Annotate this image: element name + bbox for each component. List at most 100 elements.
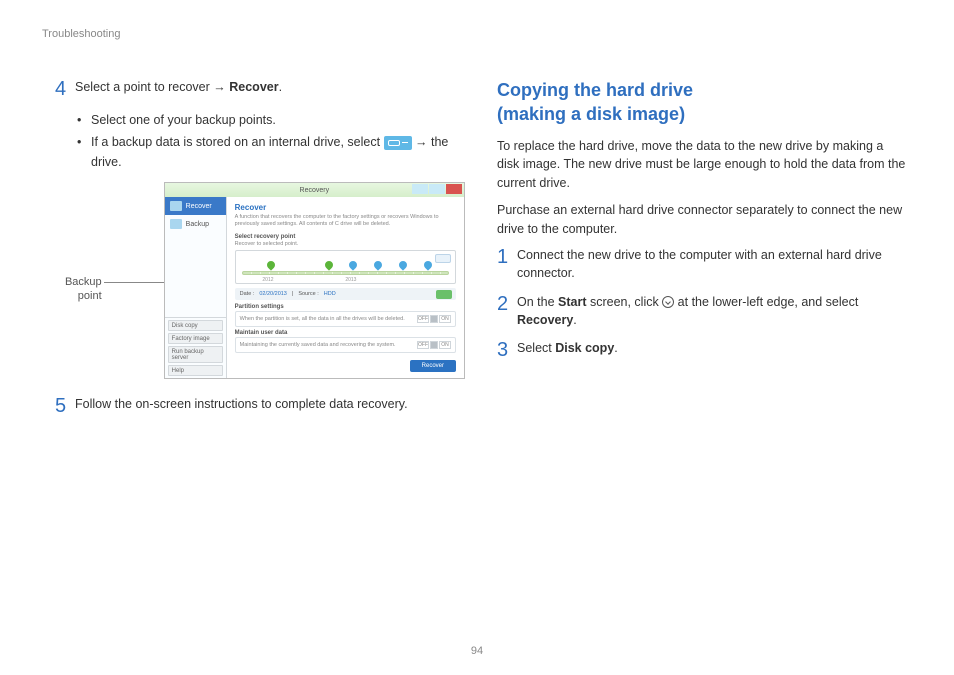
step-3: 3 Select Disk copy. xyxy=(497,339,907,361)
left-column: 4 Select a point to recover → Recover. •… xyxy=(55,78,465,427)
partition-row: When the partition is set, all the data … xyxy=(235,311,456,327)
backup-point-pin[interactable] xyxy=(349,261,357,273)
minimize-button[interactable] xyxy=(412,184,428,194)
bullet-item: • Select one of your backup points. xyxy=(77,110,465,130)
backup-point-pin[interactable] xyxy=(325,261,333,273)
step-4: 4 Select a point to recover → Recover. xyxy=(55,78,465,100)
step-text: Select a point to recover → Recover. xyxy=(75,78,282,100)
recovery-timeline[interactable]: 2012 2013 xyxy=(242,261,449,279)
maintain-row: Maintaining the currently saved data and… xyxy=(235,337,456,353)
backup-point-pin[interactable] xyxy=(374,261,382,273)
step-2: 2 On the Start screen, click at the lowe… xyxy=(497,293,907,329)
drive-icon xyxy=(384,136,412,150)
backup-point-pin[interactable] xyxy=(267,261,275,273)
maximize-button[interactable] xyxy=(429,184,445,194)
drive-pill-icon[interactable] xyxy=(436,290,452,299)
timeline-box: 2012 2013 xyxy=(235,250,456,284)
step-text: On the Start screen, click at the lower-… xyxy=(517,293,907,329)
text: . xyxy=(279,80,282,94)
text: Select a point to recover → xyxy=(75,80,229,94)
toggle-off: OFF xyxy=(417,315,429,323)
timeline-year-left: 2012 xyxy=(262,277,273,283)
window-body: Recover Backup Disk copy Factory image R… xyxy=(165,197,464,378)
step-number: 2 xyxy=(497,293,517,329)
maintain-toggle[interactable]: OFF ON xyxy=(417,341,451,349)
bullet-item: • If a backup data is stored on an inter… xyxy=(77,132,465,172)
heading-line-1: Copying the hard drive xyxy=(497,80,693,100)
toggle-on: ON xyxy=(439,315,451,323)
sidebar-btn-help[interactable]: Help xyxy=(168,365,223,376)
sidebar-btn-disk-copy[interactable]: Disk copy xyxy=(168,320,223,331)
page-header: Troubleshooting xyxy=(42,28,120,40)
text: Select xyxy=(517,341,555,355)
step-text: Select Disk copy. xyxy=(517,339,618,361)
step-number: 4 xyxy=(55,78,75,100)
text: . xyxy=(614,341,617,355)
backup-point-pin[interactable] xyxy=(399,261,407,273)
select-recovery-label: Select recovery point xyxy=(235,234,456,240)
recover-icon xyxy=(170,201,182,211)
bullet-dot: • xyxy=(77,132,91,172)
sidebar: Recover Backup Disk copy Factory image R… xyxy=(165,197,227,378)
date-value: 02/20/2013 xyxy=(259,291,287,297)
callout-label: Backup point xyxy=(55,276,102,304)
text: If a backup data is stored on an interna… xyxy=(91,135,384,149)
panel-title: Recover xyxy=(235,203,456,212)
partition-text: When the partition is set, all the data … xyxy=(240,316,405,322)
window-buttons xyxy=(412,184,462,194)
bullet-list: • Select one of your backup points. • If… xyxy=(77,110,465,172)
right-column: Copying the hard drive (making a disk im… xyxy=(497,78,907,371)
step-1: 1 Connect the new drive to the computer … xyxy=(497,246,907,282)
recovery-window: Recovery Recover Backup Disk copy Factor… xyxy=(164,182,465,379)
text-bold: Recover xyxy=(229,80,278,94)
date-label: Date : xyxy=(240,291,255,297)
text-bold: Recovery xyxy=(517,313,573,327)
recovery-screenshot-figure: Backup point Recovery Recover Backup xyxy=(55,182,465,379)
label: Backup xyxy=(186,221,209,228)
maintain-text: Maintaining the currently saved data and… xyxy=(240,342,396,348)
sidebar-item-recover[interactable]: Recover xyxy=(165,197,226,215)
callout-leader-line xyxy=(104,282,164,283)
bullet-text: If a backup data is stored on an interna… xyxy=(91,132,465,172)
sidebar-btn-run-backup-server[interactable]: Run backup server xyxy=(168,346,223,363)
page-number: 94 xyxy=(471,645,483,657)
partition-toggle[interactable]: OFF ON xyxy=(417,315,451,323)
section-heading: Copying the hard drive (making a disk im… xyxy=(497,78,907,127)
backup-point-pin[interactable] xyxy=(424,261,432,273)
source-value: HDD xyxy=(324,291,336,297)
step-text: Connect the new drive to the computer wi… xyxy=(517,246,907,282)
text: screen, click xyxy=(586,295,662,309)
maintain-label: Maintain user data xyxy=(235,330,456,336)
backup-icon xyxy=(170,219,182,229)
partition-label: Partition settings xyxy=(235,304,456,310)
date-source-row: Date : 02/20/2013 | Source : HDD xyxy=(235,288,456,300)
toggle-knob xyxy=(430,315,438,323)
step-number: 1 xyxy=(497,246,517,282)
timeline-year-right: 2013 xyxy=(345,277,356,283)
text-bold: Disk copy xyxy=(555,341,614,355)
step-text: Follow the on-screen instructions to com… xyxy=(75,395,408,417)
text: On the xyxy=(517,295,558,309)
main-panel: Recover A function that recovers the com… xyxy=(227,197,464,378)
toggle-off: OFF xyxy=(417,341,429,349)
sidebar-btn-factory-image[interactable]: Factory image xyxy=(168,333,223,344)
select-recovery-sub: Recover to selected point. xyxy=(235,241,456,247)
heading-line-2: (making a disk image) xyxy=(497,104,685,124)
close-button[interactable] xyxy=(446,184,462,194)
text-bold: Start xyxy=(558,295,586,309)
down-arrow-circle-icon xyxy=(662,296,674,308)
panel-desc: A function that recovers the computer to… xyxy=(235,214,456,228)
source-label: Source : xyxy=(298,291,318,297)
paragraph: To replace the hard drive, move the data… xyxy=(497,137,907,193)
recover-button[interactable]: Recover xyxy=(410,360,456,372)
text: . xyxy=(573,313,576,327)
step-5: 5 Follow the on-screen instructions to c… xyxy=(55,395,465,417)
paragraph: Purchase an external hard drive connecto… xyxy=(497,201,907,239)
bullet-text: Select one of your backup points. xyxy=(91,110,276,130)
sidebar-item-backup[interactable]: Backup xyxy=(165,215,226,233)
toggle-on: ON xyxy=(439,341,451,349)
label: Recover xyxy=(186,203,212,210)
step-number: 3 xyxy=(497,339,517,361)
window-titlebar: Recovery xyxy=(165,183,464,197)
step-number: 5 xyxy=(55,395,75,417)
